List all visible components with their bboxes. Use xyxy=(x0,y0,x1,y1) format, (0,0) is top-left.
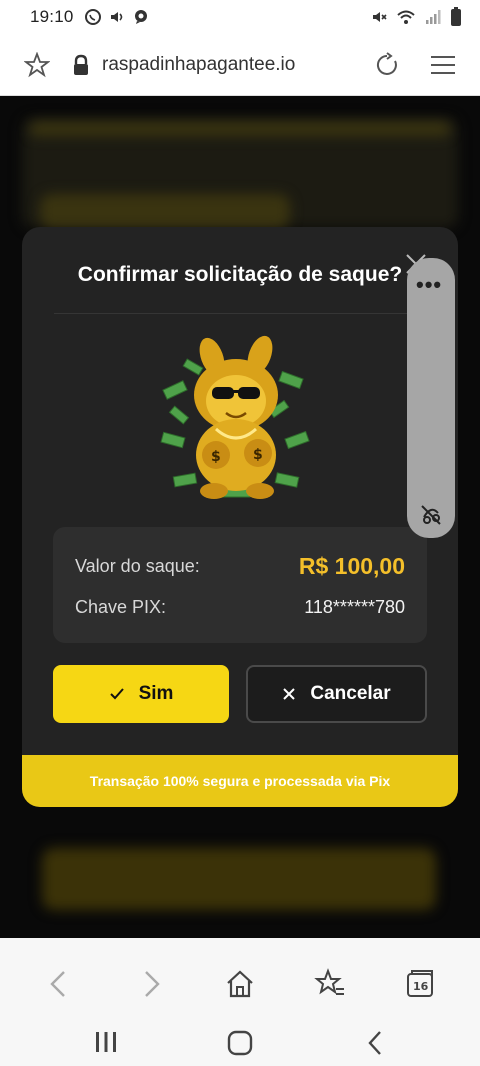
home-icon[interactable] xyxy=(224,968,256,1000)
withdraw-amount-value: R$ 100,00 xyxy=(298,553,405,579)
recent-apps-icon[interactable] xyxy=(94,1030,118,1054)
status-bar: 19:10 xyxy=(0,0,480,34)
pix-key-row: Chave PIX: 118******780 xyxy=(75,597,405,618)
cancel-button[interactable]: Cancelar xyxy=(246,665,427,723)
browser-bottom-bar: 16 xyxy=(0,938,480,1066)
mute-icon xyxy=(373,12,387,22)
system-back-icon[interactable] xyxy=(366,1030,384,1056)
url-text[interactable]: raspadinhapagantee.io xyxy=(102,54,295,76)
bookmarks-icon[interactable] xyxy=(314,968,346,1000)
signal-icon xyxy=(426,10,441,24)
withdraw-confirm-modal: Confirmar solicitação de saque? $ $ Valo… xyxy=(22,227,458,807)
pix-key-value: 118******780 xyxy=(304,597,405,617)
secure-transaction-footer: Transação 100% segura e processada via P… xyxy=(22,755,458,807)
volume-icon xyxy=(110,12,122,22)
blurred-stripe xyxy=(30,122,450,136)
secure-transaction-text: Transação 100% segura e processada via P… xyxy=(89,773,391,789)
blurred-button xyxy=(40,194,290,228)
x-icon xyxy=(283,688,296,700)
cancel-label: Cancelar xyxy=(310,683,391,704)
whatsapp-icon xyxy=(84,9,101,25)
system-nav-row xyxy=(0,1018,480,1066)
system-home-icon[interactable] xyxy=(227,1030,253,1056)
floating-side-panel[interactable]: ••• xyxy=(407,258,455,538)
menu-icon[interactable] xyxy=(430,53,456,77)
modal-divider xyxy=(54,313,426,314)
rabbit-mascot-image: $ $ xyxy=(160,335,310,499)
status-time: 19:10 xyxy=(30,7,74,26)
chat-icon xyxy=(134,10,147,24)
browser-nav-row: 16 xyxy=(0,952,480,1016)
blurred-bottom-button xyxy=(42,848,436,910)
back-icon[interactable] xyxy=(44,968,76,1000)
modal-title: Confirmar solicitação de saque? xyxy=(77,263,403,286)
withdraw-amount-row: Valor do saque: R$ 100,00 xyxy=(75,553,405,580)
svg-text:$: $ xyxy=(253,447,263,463)
pix-key-label: Chave PIX: xyxy=(75,597,167,617)
more-options-icon[interactable]: ••• xyxy=(416,272,442,298)
reload-icon[interactable] xyxy=(374,51,400,78)
battery-icon xyxy=(451,7,461,26)
wifi-icon xyxy=(397,10,415,24)
check-icon xyxy=(109,688,124,700)
tabs-icon[interactable]: 16 xyxy=(404,968,436,1000)
star-icon[interactable] xyxy=(24,51,50,78)
confirm-yes-label: Sim xyxy=(138,683,174,704)
withdraw-amount-label: Valor do saque: xyxy=(75,556,200,576)
tab-count: 16 xyxy=(413,980,429,993)
confirm-yes-button[interactable]: Sim xyxy=(53,665,229,723)
url-bar: raspadinhapagantee.io xyxy=(0,34,480,96)
forward-icon[interactable] xyxy=(134,968,166,1000)
withdraw-info-card: Valor do saque: R$ 100,00 Chave PIX: 118… xyxy=(53,527,427,643)
svg-text:$: $ xyxy=(211,449,221,465)
sound-off-icon[interactable] xyxy=(419,503,443,527)
lock-icon xyxy=(74,54,88,75)
